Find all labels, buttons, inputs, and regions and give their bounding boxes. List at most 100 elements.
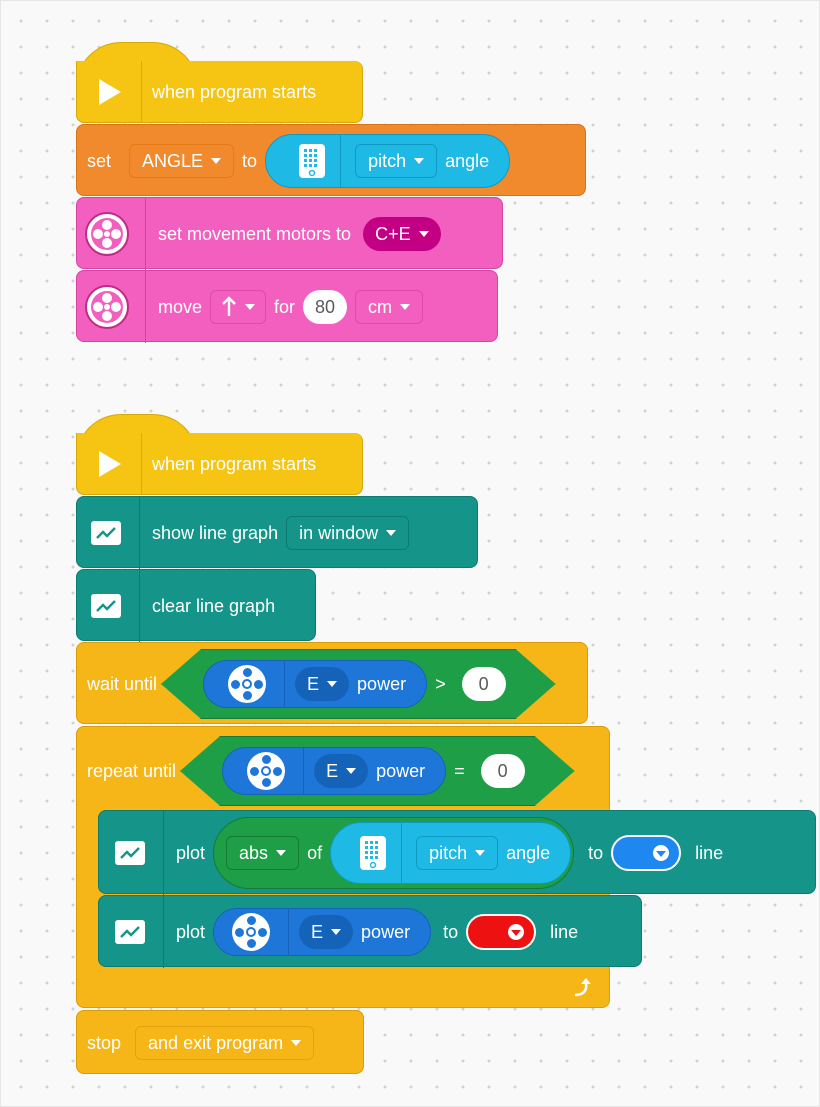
motors-label: set movement motors to (158, 223, 352, 244)
graph-mode-dropdown[interactable]: in window (286, 516, 410, 550)
to-label: to (242, 150, 258, 171)
motor-icon (232, 913, 271, 951)
unit-label: angle (445, 150, 490, 171)
line-color-dropdown[interactable] (466, 914, 537, 950)
operator-symbol: = (454, 760, 465, 781)
chevron-down-icon (276, 850, 287, 856)
hub-angle-reporter[interactable]: pitch angle (330, 822, 572, 884)
unit-value: cm (368, 296, 393, 317)
chevron-down-icon (400, 304, 411, 310)
chevron-down-icon (327, 681, 338, 687)
stop-mode-value: and exit program (148, 1032, 284, 1053)
up-arrow-icon (222, 296, 236, 316)
stop-block[interactable]: stop and exit program (76, 1010, 364, 1074)
for-label: for (274, 296, 296, 317)
plot-blue-line-block[interactable]: plot abs of pitch angle to line (98, 810, 816, 895)
equals-condition[interactable]: E power = 0 (180, 736, 575, 806)
line-label: line (550, 921, 579, 942)
plot-label: plot (176, 842, 206, 863)
hub-sensor-icon (360, 836, 387, 870)
show-line-graph-block[interactable]: show line graph in window (76, 496, 478, 569)
variable-value: ANGLE (142, 150, 204, 171)
chevron-down-icon (414, 158, 425, 164)
movement-motor-icon (85, 212, 129, 256)
motor-power-reporter[interactable]: E power (222, 747, 447, 795)
when-program-starts-block-1[interactable]: when program starts (76, 61, 363, 123)
distance-input[interactable]: 80 (303, 290, 348, 324)
line-graph-icon (115, 841, 145, 865)
line-color-dropdown[interactable] (611, 835, 682, 871)
set-variable-block[interactable]: set ANGLE to pitch angle (76, 124, 586, 196)
play-icon (99, 79, 121, 105)
chevron-down-icon (211, 158, 222, 164)
direction-dropdown[interactable] (210, 290, 267, 324)
axis-value: pitch (368, 150, 407, 171)
chevron-down-icon (346, 768, 357, 774)
of-label: of (307, 842, 323, 863)
motor-port-value: E (311, 921, 324, 942)
clear-label: clear line graph (152, 595, 276, 616)
chevron-down-icon (418, 231, 429, 237)
to-label: to (588, 842, 604, 863)
movement-motor-icon (85, 285, 129, 329)
line-label: line (695, 842, 724, 863)
line-graph-icon (91, 594, 121, 618)
chevron-down-icon (331, 929, 342, 935)
show-label: show line graph (152, 522, 279, 543)
wait-label: wait until (87, 673, 158, 694)
motor-port-value: E (307, 673, 320, 694)
motor-port-value: E (326, 760, 339, 781)
motor-power-reporter[interactable]: E power (213, 908, 432, 956)
unit-dropdown[interactable]: cm (355, 290, 424, 324)
compare-value-input[interactable]: 0 (480, 754, 525, 788)
to-label: to (443, 921, 459, 942)
hub-sensor-icon (299, 144, 326, 178)
line-graph-icon (91, 521, 121, 545)
hub-angle-reporter[interactable]: pitch angle (265, 134, 511, 188)
move-label: move (158, 296, 203, 317)
set-movement-motors-block[interactable]: set movement motors to C+E (76, 197, 503, 270)
unit-label: angle (506, 842, 551, 863)
stop-mode-dropdown[interactable]: and exit program (135, 1026, 315, 1060)
motor-icon (228, 665, 267, 703)
motor-icon (247, 752, 286, 790)
motor-pair-dropdown[interactable]: C+E (363, 217, 441, 251)
greater-than-condition[interactable]: E power > 0 (161, 649, 556, 719)
math-function-dropdown[interactable]: abs (226, 836, 300, 870)
hat-label-2: when program starts (152, 453, 317, 474)
motor-port-dropdown[interactable]: E (314, 754, 369, 788)
chevron-down-icon (245, 304, 256, 310)
power-label: power (361, 921, 411, 942)
repeat-label: repeat until (87, 760, 177, 781)
clear-line-graph-block[interactable]: clear line graph (76, 569, 316, 642)
axis-dropdown[interactable]: pitch (355, 144, 438, 178)
axis-dropdown[interactable]: pitch (416, 836, 499, 870)
axis-value: pitch (429, 842, 468, 863)
abs-of-reporter[interactable]: abs of pitch angle (213, 817, 575, 889)
plot-red-line-block[interactable]: plot E power to line (98, 895, 642, 968)
move-block[interactable]: move for 80 cm (76, 270, 498, 343)
plot-label: plot (176, 921, 206, 942)
red-swatch (508, 924, 525, 940)
line-graph-icon (115, 920, 145, 944)
when-program-starts-block-2[interactable]: when program starts (76, 433, 363, 495)
blue-swatch (653, 845, 670, 861)
play-icon (99, 451, 121, 477)
operator-symbol: > (435, 673, 446, 694)
set-label: set (87, 150, 112, 171)
graph-mode-value: in window (299, 522, 379, 543)
hat-label-1: when program starts (152, 81, 317, 102)
motor-power-reporter[interactable]: E power (203, 660, 428, 708)
variable-dropdown[interactable]: ANGLE (129, 144, 235, 178)
motor-pair-value: C+E (375, 223, 411, 244)
stop-label: stop (87, 1032, 122, 1053)
loop-arrow-icon (574, 978, 591, 997)
wait-until-block[interactable]: wait until E power > 0 (76, 642, 588, 724)
motor-port-dropdown[interactable]: E (299, 915, 354, 949)
power-label: power (376, 760, 426, 781)
motor-port-dropdown[interactable]: E (295, 667, 350, 701)
math-function-value: abs (239, 842, 269, 863)
chevron-down-icon (475, 850, 486, 856)
compare-value-input[interactable]: 0 (461, 667, 506, 701)
power-label: power (357, 673, 407, 694)
